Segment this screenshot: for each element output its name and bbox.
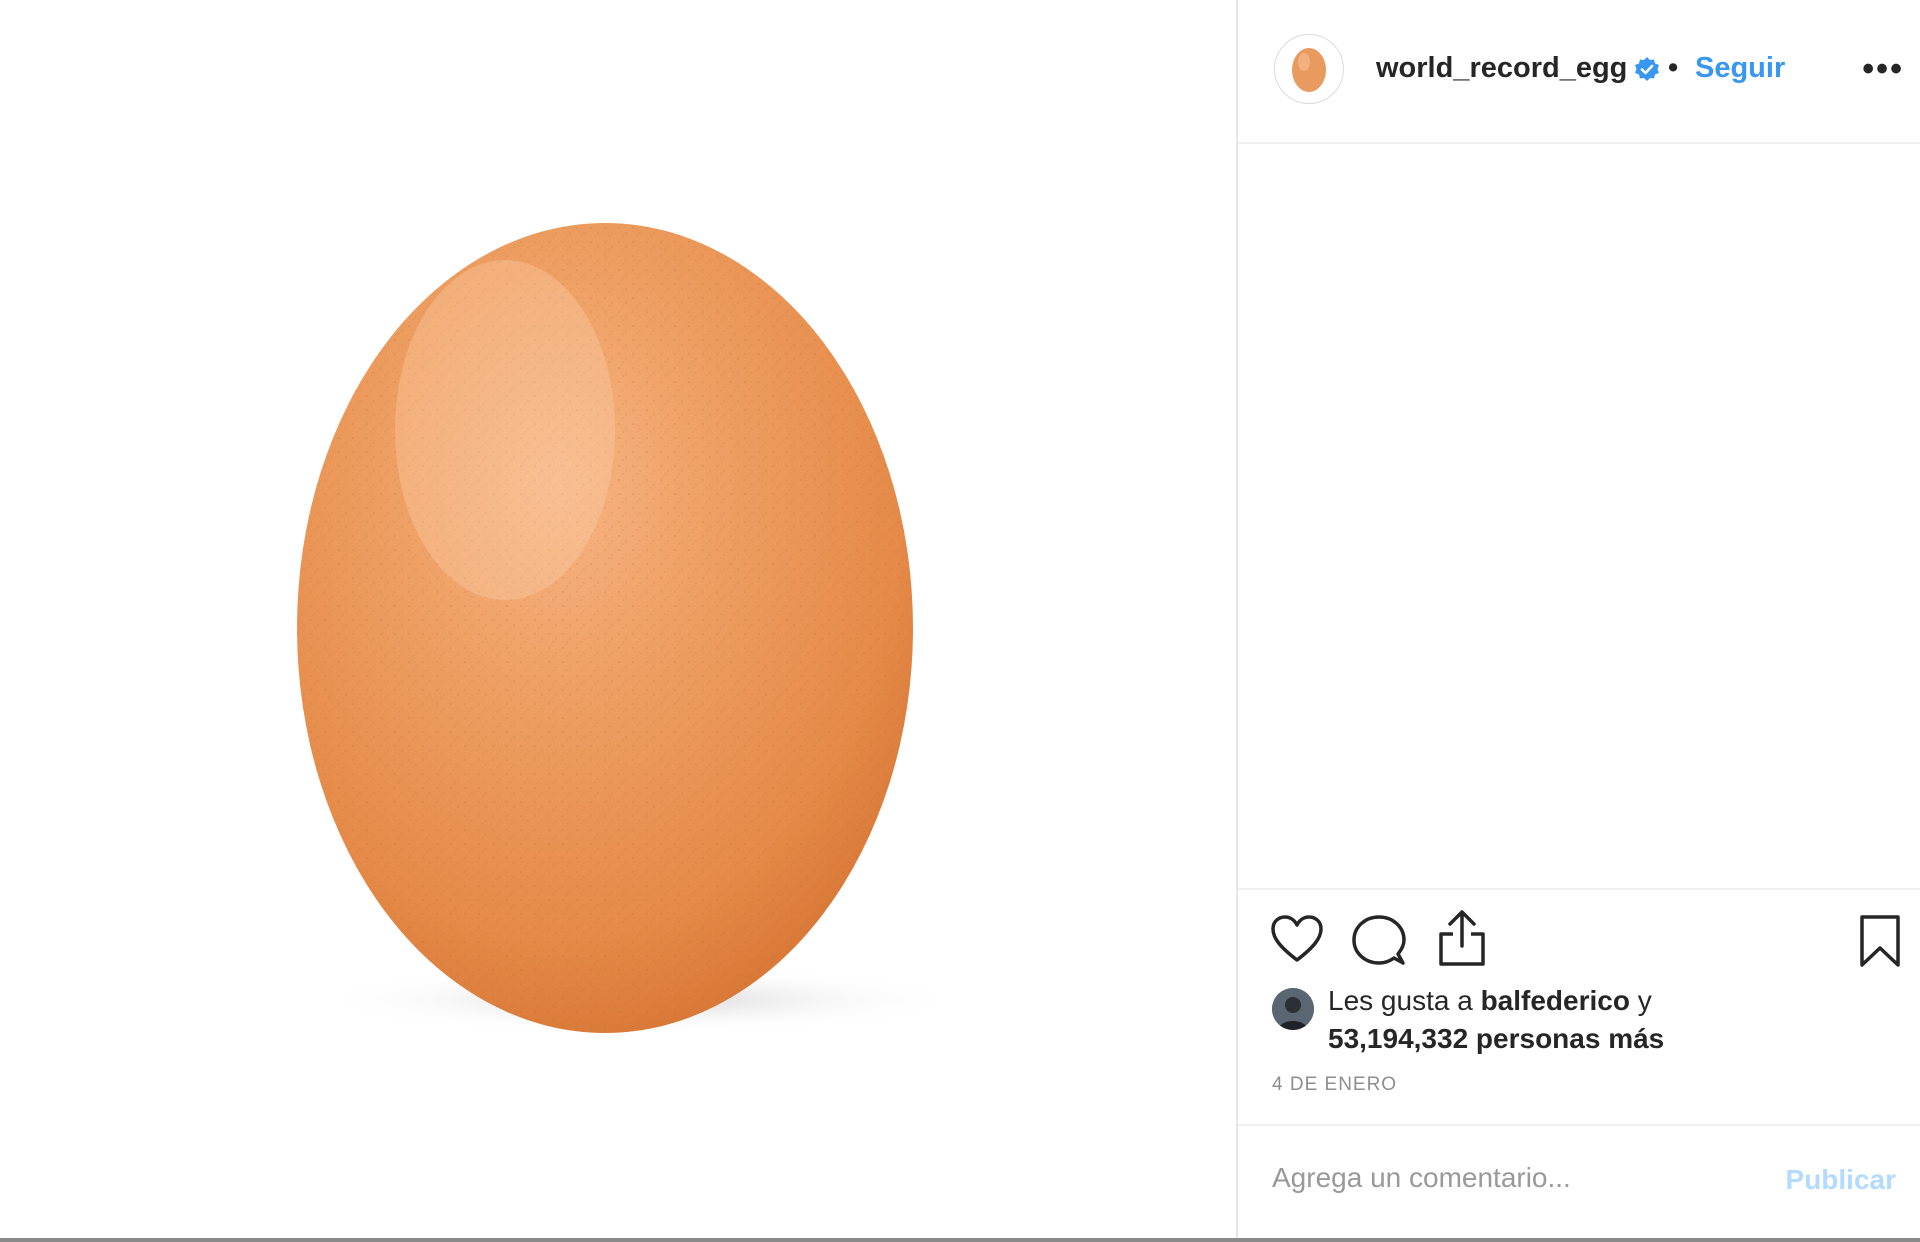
- likes-count[interactable]: 53,194,332: [1328, 1023, 1468, 1054]
- share-icon[interactable]: [1436, 908, 1488, 968]
- comment-form: Publicar: [1238, 1124, 1920, 1238]
- likes-text: Les gusta a balfederico y 53,194,332 per…: [1328, 982, 1664, 1058]
- follow-button[interactable]: Seguir: [1695, 52, 1785, 85]
- actions-divider: [1238, 888, 1920, 890]
- liker-avatar[interactable]: [1272, 988, 1314, 1030]
- comment-input[interactable]: [1272, 1162, 1772, 1194]
- person-avatar-icon: [1272, 988, 1314, 1030]
- likes-prefix: Les gusta a: [1328, 985, 1473, 1016]
- verified-badge-icon: [1635, 57, 1659, 81]
- heart-icon[interactable]: [1270, 914, 1324, 964]
- post-header: world_record_egg • Seguir •••: [1238, 0, 1920, 142]
- author-username[interactable]: world_record_egg: [1376, 52, 1627, 85]
- comment-icon[interactable]: [1352, 914, 1406, 968]
- post-date[interactable]: 4 DE ENERO: [1272, 1074, 1397, 1096]
- liker-username[interactable]: balfederico: [1481, 985, 1630, 1016]
- post-sidebar: world_record_egg • Seguir ••• Les gusta …: [1238, 0, 1920, 1238]
- likes-conjunction: y: [1637, 985, 1652, 1016]
- author-avatar[interactable]: [1274, 34, 1344, 104]
- more-options-icon[interactable]: •••: [1862, 50, 1904, 89]
- egg-avatar-icon: [1292, 48, 1326, 92]
- action-bar: [1238, 908, 1920, 978]
- likes-suffix[interactable]: personas más: [1476, 1023, 1664, 1054]
- bookmark-icon[interactable]: [1858, 914, 1902, 968]
- publish-button[interactable]: Publicar: [1786, 1164, 1896, 1196]
- post-image[interactable]: [0, 0, 1236, 1238]
- header-separator: •: [1668, 52, 1679, 84]
- window-bottom-border: [0, 1238, 1920, 1242]
- comments-area: [1238, 142, 1920, 888]
- post-container: world_record_egg • Seguir ••• Les gusta …: [0, 0, 1920, 1238]
- egg-photo: [297, 223, 970, 1034]
